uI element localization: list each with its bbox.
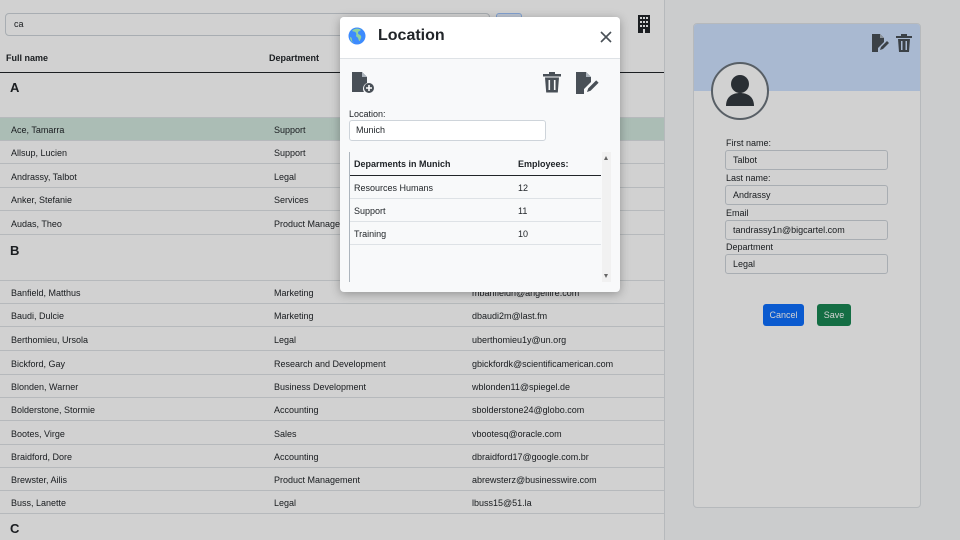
row-department: Resources Humans — [354, 183, 434, 193]
table-row[interactable]: Support 11 — [350, 199, 601, 222]
scroll-down-arrow[interactable] — [604, 274, 608, 278]
table-header: Deparments in Munich Employees: — [350, 152, 601, 176]
file-edit-icon[interactable] — [576, 72, 600, 94]
row-employees: 10 — [518, 229, 529, 239]
scroll-up-arrow[interactable] — [604, 156, 608, 160]
modal-title: Location — [378, 27, 445, 44]
table-row[interactable]: Resources Humans 12 — [350, 176, 601, 199]
modal-header: Location — [340, 17, 620, 59]
row-department: Support — [354, 206, 386, 216]
location-modal: Location Location: Munich Deparments in … — [340, 17, 620, 292]
header-departments: Deparments in Munich — [354, 159, 451, 169]
location-input[interactable]: Munich — [349, 120, 546, 141]
row-employees: 11 — [518, 206, 528, 216]
table-scrollbar[interactable] — [602, 152, 611, 282]
row-employees: 12 — [518, 183, 529, 193]
trash-icon[interactable] — [543, 72, 561, 93]
location-label: Location: — [349, 109, 386, 119]
file-add-icon[interactable] — [352, 72, 375, 94]
row-department: Training — [354, 229, 387, 239]
close-icon[interactable] — [599, 30, 613, 44]
globe-icon — [348, 27, 366, 45]
header-employees: Employees: — [518, 159, 569, 169]
departments-table: Deparments in Munich Employees: Resource… — [349, 152, 601, 282]
table-row[interactable]: Training 10 — [350, 222, 601, 245]
